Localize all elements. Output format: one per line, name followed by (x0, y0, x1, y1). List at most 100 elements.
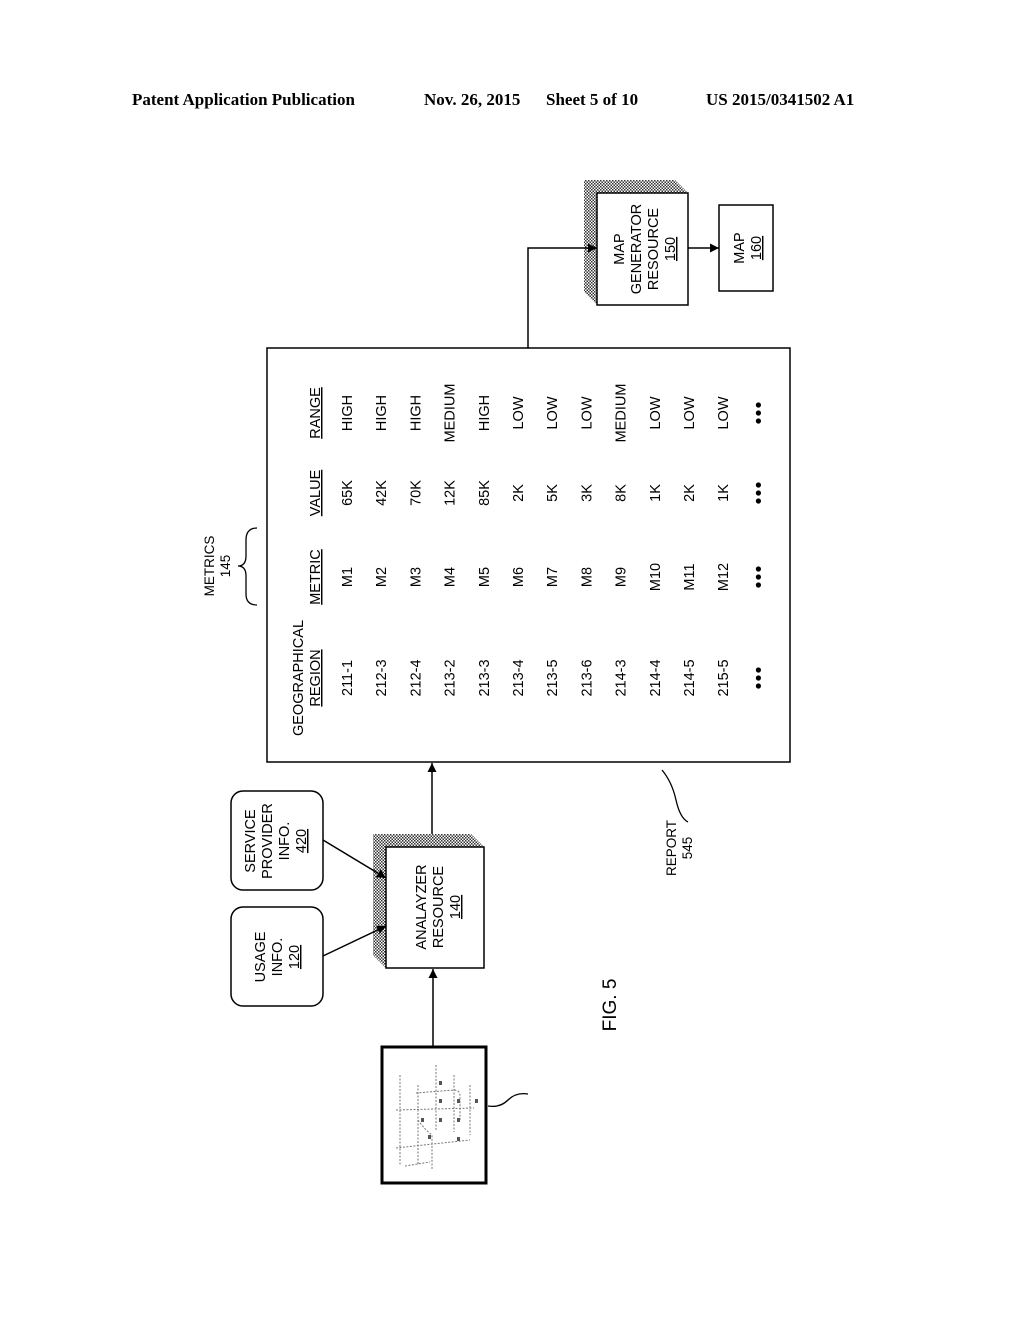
cell-range: LOW (716, 396, 732, 429)
report-ref: 545 (680, 837, 695, 860)
report-node: GEOGRAPHICAL REGION METRIC VALUE RANGE 211-1 M… (266, 347, 791, 763)
cell-value: 1K (648, 484, 664, 502)
cell-metric: M1 (340, 567, 356, 587)
cell-value: 2K (682, 484, 698, 502)
cell-region: 213-6 (579, 659, 595, 696)
service-provider-label-line3: INFO. (277, 822, 293, 861)
map-generator-label-line2: GENERATOR (629, 204, 645, 295)
continuation-dot (755, 667, 762, 673)
cell-metric: M2 (374, 567, 390, 587)
cell-value: 85K (477, 480, 493, 506)
continuation-dot (755, 566, 762, 572)
continuation-dots-region (755, 667, 762, 689)
cell-value: 8K (614, 484, 630, 502)
cell-value: 5K (545, 484, 561, 502)
map-node: MAP 160 (718, 204, 774, 292)
metrics-annotation: METRICS 145 (202, 527, 258, 606)
map-ref: 160 (749, 236, 765, 260)
service-provider-label-line2: PROVIDER (260, 803, 276, 879)
report-annotation: REPORT 545 (661, 769, 695, 876)
cell-value: 65K (340, 480, 356, 506)
continuation-dot (755, 482, 762, 488)
figure-diagram: MAP GENERATOR RESOURCE 150 MAP 160 GEOGR… (202, 180, 791, 1185)
cell-range: HIGH (340, 395, 356, 431)
analyzer-label-line1: ANALAYZER (414, 864, 430, 949)
cell-metric: M11 (682, 563, 698, 590)
cell-metric: M4 (443, 567, 459, 587)
metrics-ref: 145 (218, 555, 233, 578)
report-leader-line (661, 769, 689, 823)
cell-region: 213-2 (443, 659, 459, 696)
continuation-dot (755, 402, 762, 408)
cell-region: 212-3 (374, 659, 390, 696)
column-header-region: GEOGRAPHICAL (291, 620, 307, 736)
continuation-dots-metric (755, 566, 762, 588)
usage-info-label-line1: USAGE (253, 931, 269, 982)
cell-range: LOW (511, 396, 527, 429)
continuation-dot (755, 490, 762, 496)
cell-range: HIGH (408, 395, 424, 431)
service-provider-ref: 420 (294, 829, 310, 853)
map-generator-label-line3: RESOURCE (646, 208, 662, 291)
cell-range: MEDIUM (443, 384, 459, 443)
continuation-dots-range (755, 402, 762, 424)
usage-info-label-line2: INFO. (270, 938, 286, 977)
cell-region: 213-5 (545, 659, 561, 696)
cell-value: 3K (579, 484, 595, 502)
cell-metric: M5 (477, 567, 493, 587)
continuation-dot (755, 418, 762, 424)
cell-region: 214-4 (648, 659, 664, 696)
cell-value: 2K (511, 484, 527, 502)
service-provider-info-node: SERVICE PROVIDER INFO. 420 (230, 790, 324, 891)
analyzer-resource-node: ANALAYZER RESOURCE 140 (373, 834, 485, 969)
report-label: REPORT (664, 820, 679, 876)
cell-region: 215-5 (716, 659, 732, 696)
usage-info-node: USAGE INFO. 120 (230, 906, 324, 1007)
cell-range: LOW (579, 396, 595, 429)
cell-value: 42K (374, 480, 390, 506)
cell-region: 213-4 (511, 659, 527, 696)
cell-region: 214-5 (682, 659, 698, 696)
column-header-value: VALUE (308, 469, 324, 516)
cell-value: 12K (443, 480, 459, 506)
cell-range: LOW (648, 396, 664, 429)
cell-range: HIGH (374, 395, 390, 431)
cell-region: 214-3 (614, 659, 630, 696)
cell-metric: M8 (579, 567, 595, 587)
metrics-label: METRICS (202, 536, 217, 597)
continuation-dot (755, 498, 762, 504)
cell-region: 213-3 (477, 659, 493, 696)
map-image-leader-line (487, 1092, 529, 1108)
service-provider-label-line1: SERVICE (243, 809, 259, 873)
continuation-dot (755, 683, 762, 689)
continuation-dot (755, 675, 762, 681)
map-label: MAP (732, 232, 748, 263)
map-generator-label-line1: MAP (612, 233, 628, 264)
cell-range: LOW (682, 396, 698, 429)
map-generator-ref: 150 (663, 237, 679, 261)
figure-label: FIG. 5 (600, 979, 621, 1032)
continuation-dot (755, 410, 762, 416)
cell-metric: M12 (716, 563, 732, 591)
cell-region: 211-1 (340, 660, 356, 696)
map-generator-resource-node: MAP GENERATOR RESOURCE 150 (584, 180, 689, 306)
cell-metric: M3 (408, 567, 424, 587)
analyzer-label-line2: RESOURCE (431, 866, 447, 949)
cell-value: 1K (716, 484, 732, 502)
cell-metric: M10 (648, 563, 664, 591)
continuation-dot (755, 574, 762, 580)
analyzer-ref: 140 (448, 895, 464, 919)
cell-range: MEDIUM (614, 384, 630, 443)
map-image-node (380, 1045, 529, 1185)
cell-value: 70K (408, 480, 424, 506)
continuation-dot (755, 582, 762, 588)
column-header-metric: METRIC (308, 549, 324, 605)
column-header-range: RANGE (308, 387, 324, 439)
cell-metric: M6 (511, 567, 527, 587)
cell-range: LOW (545, 396, 561, 429)
cell-metric: M9 (614, 567, 630, 587)
column-header-region: REGION (308, 649, 324, 706)
cell-metric: M7 (545, 567, 561, 587)
cell-range: HIGH (477, 395, 493, 431)
usage-info-ref: 120 (287, 945, 303, 969)
